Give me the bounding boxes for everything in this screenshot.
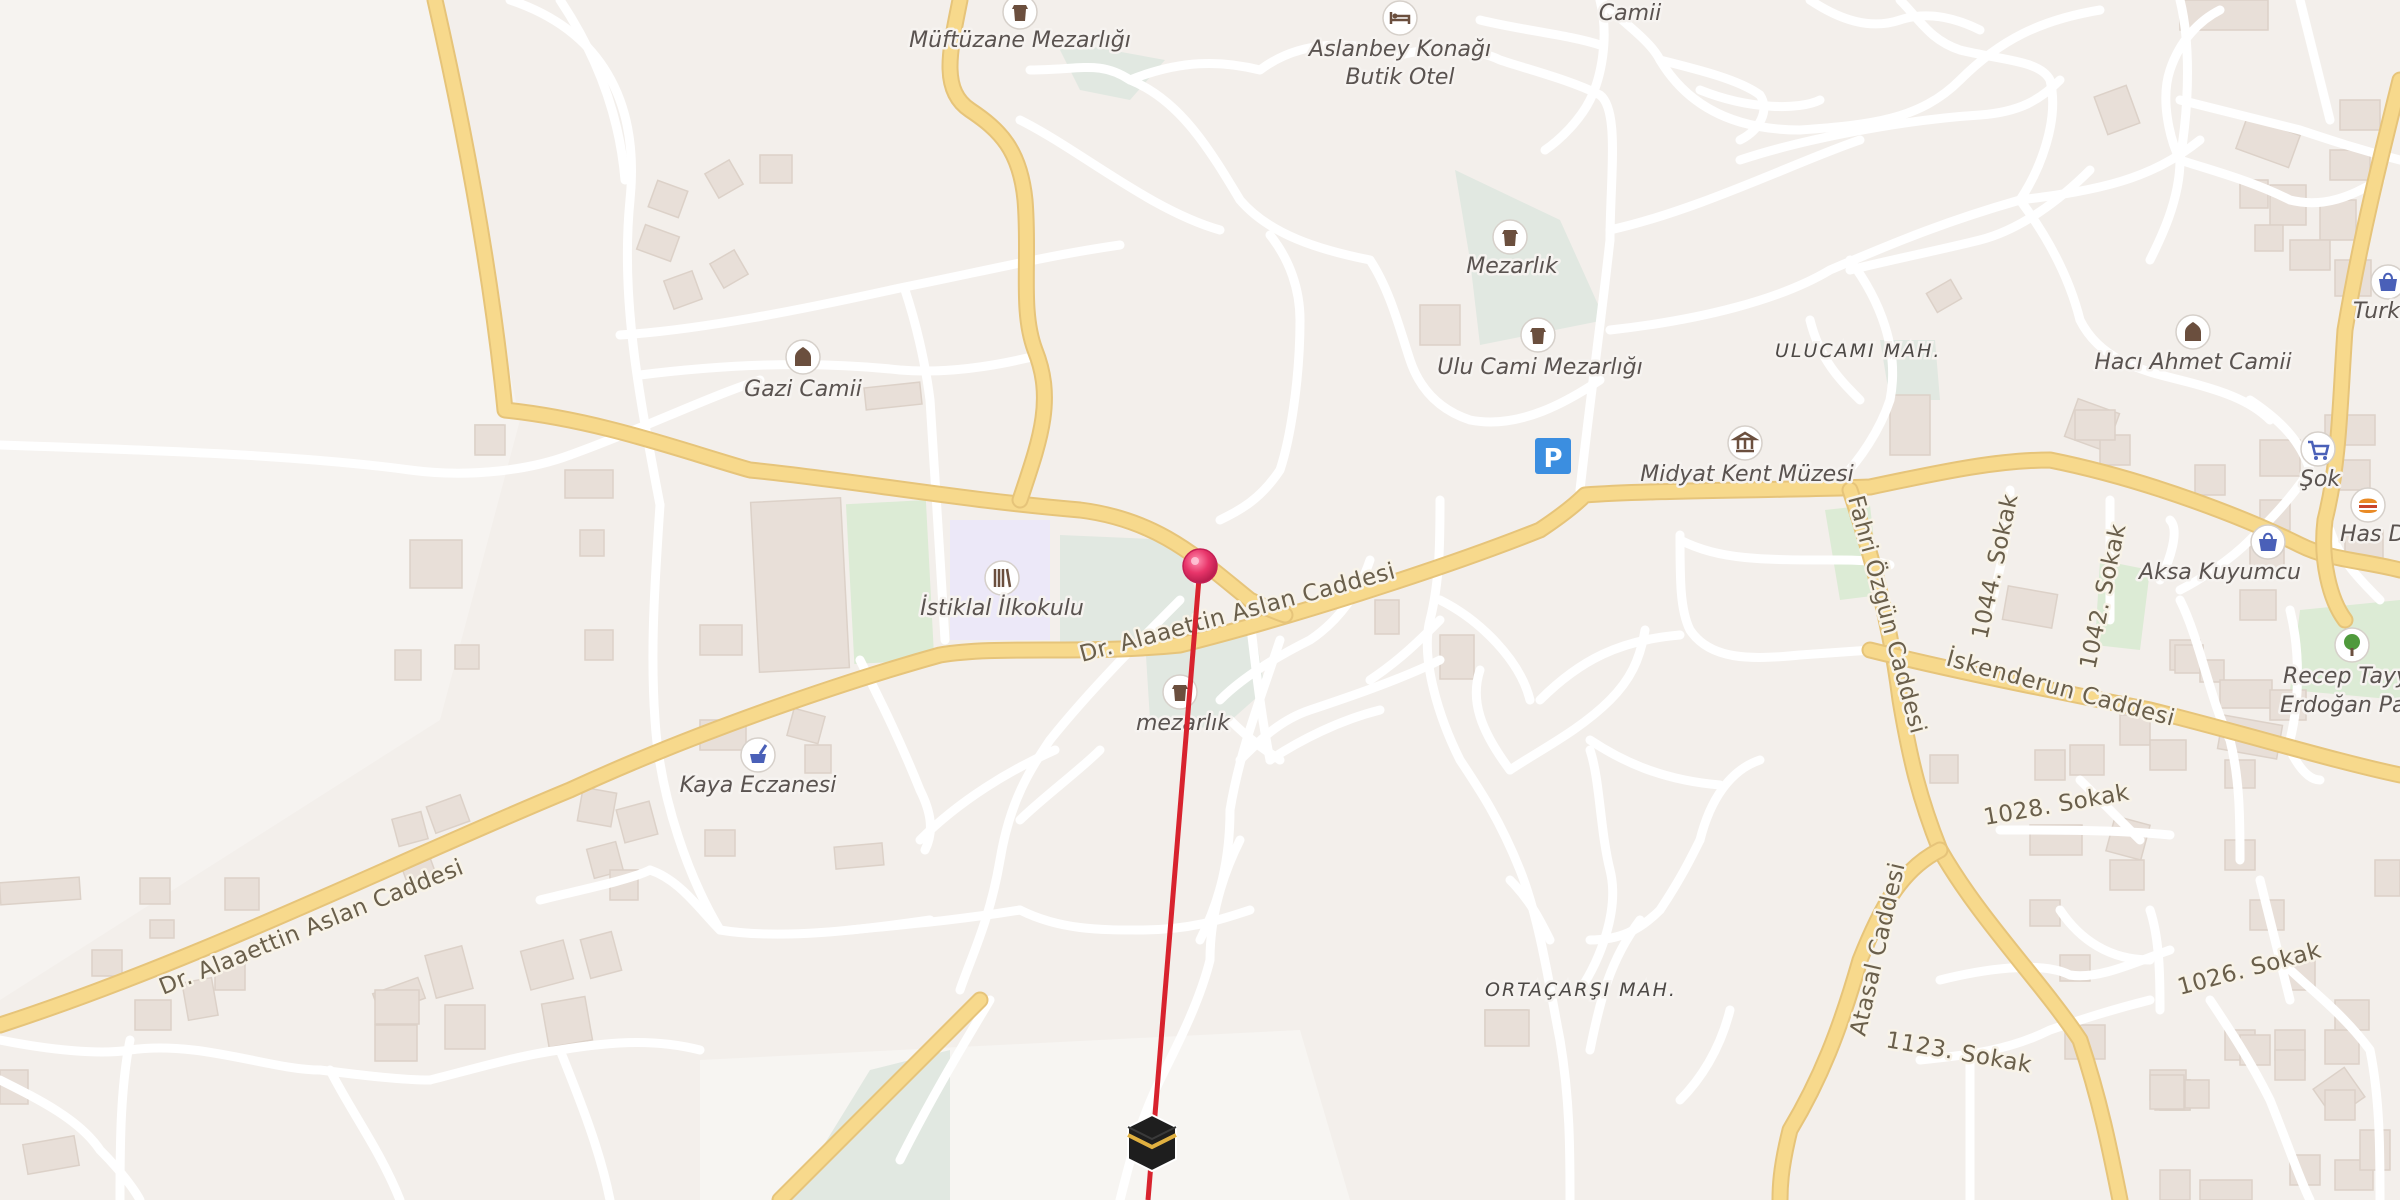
park-area <box>845 500 935 664</box>
building <box>2184 1079 2210 1109</box>
poi-label: mezarlık <box>1136 711 1231 736</box>
building <box>1889 394 1931 456</box>
building <box>224 877 260 911</box>
building <box>394 649 422 681</box>
park-tree-icon <box>2334 627 2370 663</box>
poi-label-line2: Erdoğan Pa <box>2280 693 2400 718</box>
building <box>2159 1169 2191 1200</box>
building <box>1419 304 1461 346</box>
fast-food-icon <box>2350 487 2386 523</box>
shopping-bag-icon <box>2250 524 2286 560</box>
poi-label: Aksa Kuyumcu <box>2137 560 2301 585</box>
poi-label: Aslanbey Konağı <box>1307 37 1491 62</box>
poi-label: Camii <box>1599 1 1662 26</box>
building <box>454 644 480 670</box>
pharmacy-icon <box>740 737 776 773</box>
building <box>699 624 743 656</box>
cemetery-icon <box>1002 0 1038 30</box>
poi-label: Şok <box>2300 467 2341 492</box>
building <box>1929 754 1959 784</box>
poi-label: Ulu Cami Mezarlığı <box>1437 355 1642 380</box>
building <box>759 154 793 184</box>
building <box>804 744 832 774</box>
poi-label: Gazi Camii <box>744 377 862 402</box>
building <box>134 999 172 1031</box>
building <box>2069 744 2105 776</box>
poi-label: Müftüzane Mezarlığı <box>909 28 1131 53</box>
poi-camii-north[interactable]: Camii <box>1596 0 1664 29</box>
poi-label: Hacı Ahmet Camii <box>2094 350 2291 375</box>
poi-label: Kaya Eczanesi <box>680 773 837 798</box>
location-pin-icon[interactable] <box>1182 548 1218 584</box>
building <box>374 1024 418 1062</box>
kaaba-icon[interactable] <box>1127 1113 1177 1173</box>
hotel-icon <box>1382 0 1418 36</box>
building <box>139 877 171 905</box>
building <box>2219 679 2273 709</box>
map-canvas[interactable]: Dr. Alaaettin Aslan Caddesi Dr. Alaaetti… <box>0 0 2400 1200</box>
mosque-icon <box>785 339 821 375</box>
building <box>584 629 614 661</box>
building <box>149 919 175 939</box>
parking-icon[interactable]: P <box>1535 438 1571 474</box>
building <box>749 496 851 674</box>
poi-label: Mezarlık <box>1466 254 1559 279</box>
building <box>2199 1179 2253 1200</box>
building <box>2339 99 2381 131</box>
building <box>374 989 420 1025</box>
building <box>2254 224 2284 252</box>
building <box>579 529 605 557</box>
building <box>444 1004 486 1050</box>
school-icon <box>984 560 1020 596</box>
building <box>2074 409 2116 441</box>
parking-symbol: P <box>1543 444 1562 474</box>
building <box>540 995 594 1049</box>
shopping-bag-icon <box>2370 264 2400 300</box>
poi-label-line2: Butik Otel <box>1345 65 1454 90</box>
cemetery-icon <box>1520 317 1556 353</box>
building <box>2324 1089 2356 1121</box>
poi-label: Recep Tayy <box>2283 664 2400 689</box>
building <box>2274 1049 2306 1081</box>
building <box>2034 749 2066 781</box>
building <box>2374 859 2400 897</box>
building <box>409 539 463 589</box>
building <box>564 469 614 499</box>
district-label-ortacarsi: ORTAÇARŞI MAH. <box>1485 979 1677 1001</box>
building <box>2239 589 2277 621</box>
building <box>2149 1074 2185 1110</box>
building <box>2109 859 2145 891</box>
building <box>2289 239 2331 271</box>
building <box>91 949 123 977</box>
poi-label: Turk <box>2353 299 2400 324</box>
building <box>1374 599 1400 635</box>
building <box>2339 459 2371 491</box>
cemetery-icon <box>1492 219 1528 255</box>
building <box>1484 1009 1530 1047</box>
building <box>2149 739 2187 771</box>
poi-label: Has Don <box>2340 522 2400 547</box>
building <box>1439 634 1475 680</box>
building <box>0 876 82 906</box>
shopping-cart-icon <box>2300 431 2336 467</box>
building <box>474 424 506 456</box>
poi-label: Midyat Kent Müzesi <box>1640 462 1854 487</box>
mosque-icon <box>2175 314 2211 350</box>
building <box>704 829 736 857</box>
building <box>2194 464 2226 496</box>
building <box>833 842 885 870</box>
poi-label: İstiklal İlkokulu <box>920 595 1084 621</box>
building <box>2029 899 2061 927</box>
museum-icon <box>1727 425 1763 461</box>
district-label-ulucami: ULUCAMI MAH. <box>1775 340 1941 362</box>
